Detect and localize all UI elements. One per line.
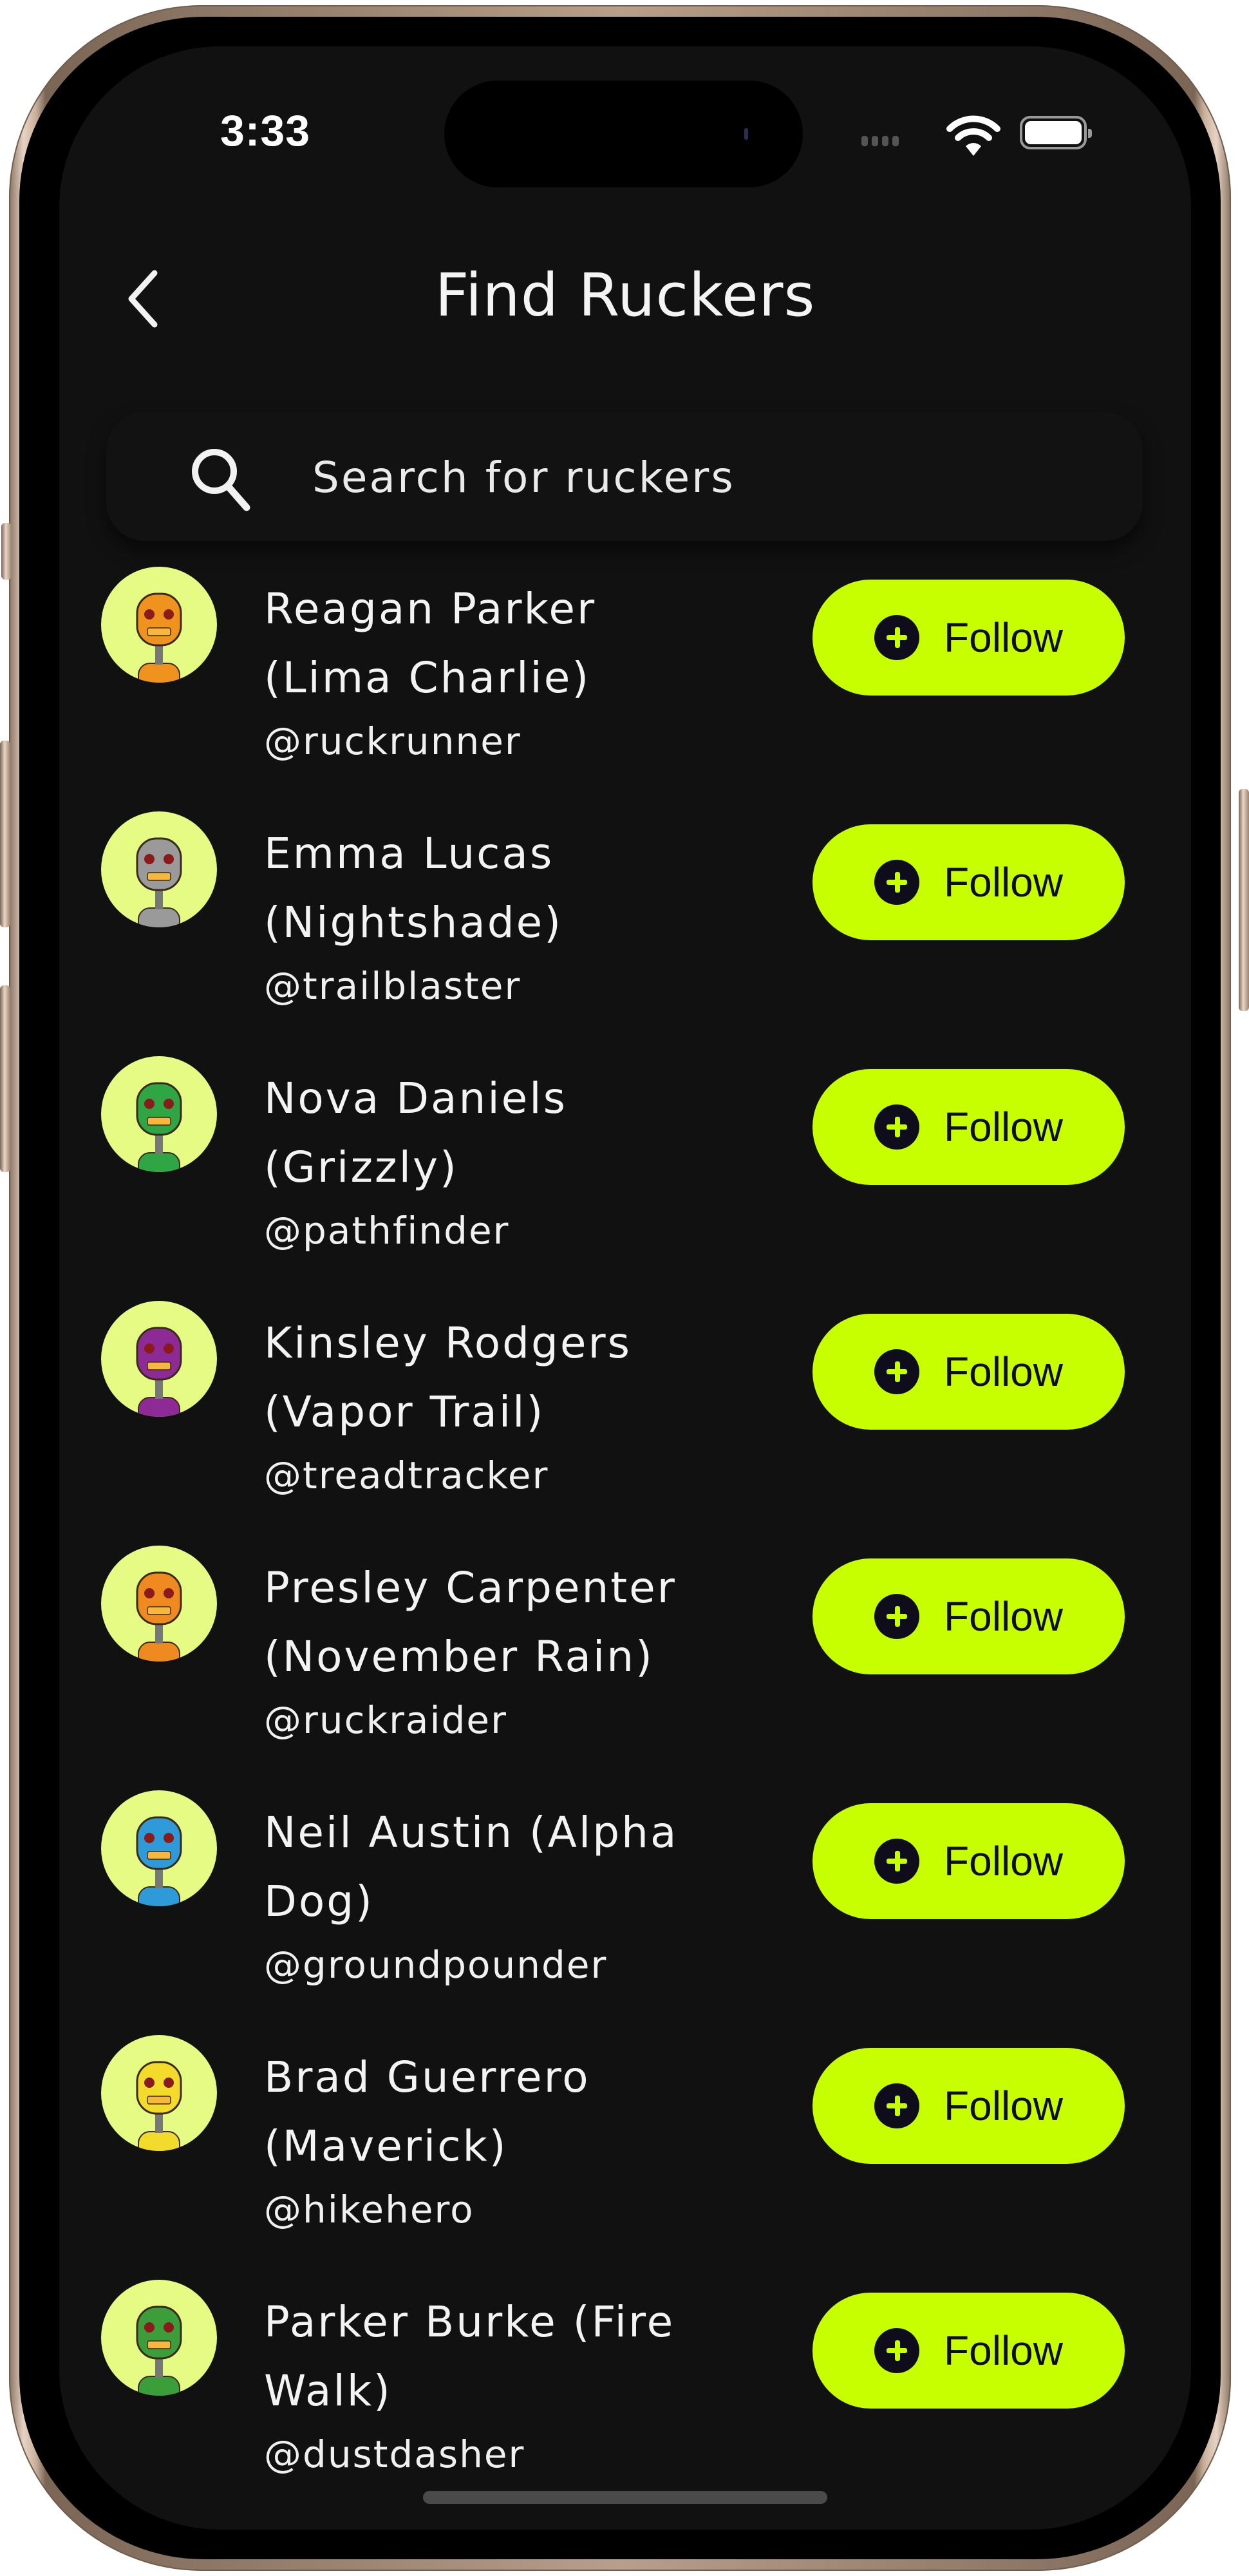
user-handle: @treadtracker <box>264 1454 549 1497</box>
avatar[interactable] <box>101 1546 217 1662</box>
user-row: Parker Burke (Fire Walk) @dustdasher Fol… <box>59 2275 1191 2519</box>
avatar[interactable] <box>101 567 217 683</box>
user-row: Presley Carpenter (November Rain) @ruckr… <box>59 1540 1191 1785</box>
user-row: Neil Austin (Alpha Dog) @groundpounder F… <box>59 1785 1191 2030</box>
plus-circle-icon <box>874 860 920 905</box>
power-button <box>1239 789 1249 1011</box>
camera-icon <box>744 128 748 140</box>
user-name[interactable]: Emma Lucas (Nightshade) <box>264 819 728 957</box>
user-name[interactable]: Neil Austin (Alpha Dog) <box>264 1798 728 1936</box>
robot-avatar-icon <box>136 1327 182 1417</box>
follow-button[interactable]: Follow <box>812 1069 1125 1185</box>
robot-avatar-icon <box>136 1571 182 1662</box>
follow-button[interactable]: Follow <box>812 1558 1125 1674</box>
user-info: Kinsley Rodgers (Vapor Trail) @treadtrac… <box>264 1309 728 1504</box>
plus-circle-icon <box>874 2328 920 2373</box>
follow-label: Follow <box>944 859 1063 905</box>
user-handle: @ruckrunner <box>264 719 521 763</box>
follow-button[interactable]: Follow <box>812 2048 1125 2164</box>
user-row: Brad Guerrero (Maverick) @hikehero Follo… <box>59 2030 1191 2275</box>
user-handle: @hikehero <box>264 2188 474 2231</box>
home-indicator[interactable] <box>423 2491 827 2504</box>
follow-button[interactable]: Follow <box>812 1803 1125 1919</box>
follow-label: Follow <box>944 2327 1063 2374</box>
follow-button[interactable]: Follow <box>812 1314 1125 1430</box>
follow-label: Follow <box>944 1104 1063 1150</box>
user-info: Neil Austin (Alpha Dog) @groundpounder <box>264 1798 728 1994</box>
user-row: Nova Daniels (Grizzly) @pathfinder Follo… <box>59 1051 1191 1296</box>
user-name[interactable]: Parker Burke (Fire Walk) <box>264 2287 728 2425</box>
user-handle: @pathfinder <box>264 1209 510 1253</box>
action-button <box>1 523 12 580</box>
user-info: Parker Burke (Fire Walk) @dustdasher <box>264 2287 728 2483</box>
follow-button[interactable]: Follow <box>812 824 1125 940</box>
user-name[interactable]: Presley Carpenter (November Rain) <box>264 1553 728 1691</box>
follow-label: Follow <box>944 614 1063 661</box>
user-info: Emma Lucas (Nightshade) @trailblaster <box>264 819 728 1015</box>
user-info: Presley Carpenter (November Rain) @ruckr… <box>264 1553 728 1749</box>
follow-label: Follow <box>944 1349 1063 1395</box>
avatar[interactable] <box>101 1301 217 1417</box>
follow-label: Follow <box>944 1593 1063 1640</box>
plus-circle-icon <box>874 1594 920 1639</box>
search-bar[interactable] <box>106 412 1143 541</box>
user-row: Reagan Parker (Lima Charlie) @ruckrunner… <box>59 562 1191 806</box>
user-name[interactable]: Reagan Parker (Lima Charlie) <box>264 574 728 712</box>
user-name[interactable]: Nova Daniels (Grizzly) <box>264 1064 728 1202</box>
user-name[interactable]: Brad Guerrero (Maverick) <box>264 2043 728 2181</box>
follow-button[interactable]: Follow <box>812 2293 1125 2409</box>
user-handle: @dustdasher <box>264 2432 525 2476</box>
user-info: Brad Guerrero (Maverick) @hikehero <box>264 2043 728 2239</box>
user-row: Emma Lucas (Nightshade) @trailblaster Fo… <box>59 806 1191 1051</box>
wifi-icon <box>946 115 1000 156</box>
battery-icon <box>1020 116 1092 149</box>
robot-avatar-icon <box>136 837 182 927</box>
plus-circle-icon <box>874 1349 920 1394</box>
plus-circle-icon <box>874 615 920 660</box>
cellular-signal-icon <box>861 136 899 146</box>
robot-avatar-icon <box>136 592 182 683</box>
follow-label: Follow <box>944 2083 1063 2129</box>
status-time: 3:33 <box>220 106 311 155</box>
user-handle: @ruckraider <box>264 1698 507 1742</box>
user-name[interactable]: Kinsley Rodgers (Vapor Trail) <box>264 1309 728 1446</box>
robot-avatar-icon <box>136 1082 182 1172</box>
avatar[interactable] <box>101 1790 217 1906</box>
robot-avatar-icon <box>136 2061 182 2151</box>
search-icon <box>192 449 250 511</box>
plus-circle-icon <box>874 1839 920 1884</box>
search-input[interactable] <box>311 438 1086 516</box>
avatar[interactable] <box>101 811 217 927</box>
user-info: Reagan Parker (Lima Charlie) @ruckrunner <box>264 574 728 770</box>
avatar[interactable] <box>101 1056 217 1172</box>
plus-circle-icon <box>874 2083 920 2128</box>
volume-up-button <box>0 741 10 927</box>
robot-avatar-icon <box>136 1816 182 1906</box>
follow-label: Follow <box>944 1838 1063 1884</box>
volume-down-button <box>0 985 10 1172</box>
dynamic-island <box>444 80 803 187</box>
page-title: Find Ruckers <box>435 261 816 330</box>
plus-circle-icon <box>874 1104 920 1150</box>
robot-avatar-icon <box>136 2306 182 2396</box>
user-row: Kinsley Rodgers (Vapor Trail) @treadtrac… <box>59 1296 1191 1540</box>
screen: 3:33 Find Ruckers Reagan Parker (Lima Ch… <box>59 46 1191 2530</box>
user-handle: @groundpounder <box>264 1943 608 1987</box>
user-handle: @trailblaster <box>264 964 521 1008</box>
avatar[interactable] <box>101 2035 217 2151</box>
user-info: Nova Daniels (Grizzly) @pathfinder <box>264 1064 728 1260</box>
user-list: Reagan Parker (Lima Charlie) @ruckrunner… <box>59 562 1191 2519</box>
follow-button[interactable]: Follow <box>812 580 1125 696</box>
avatar[interactable] <box>101 2280 217 2396</box>
